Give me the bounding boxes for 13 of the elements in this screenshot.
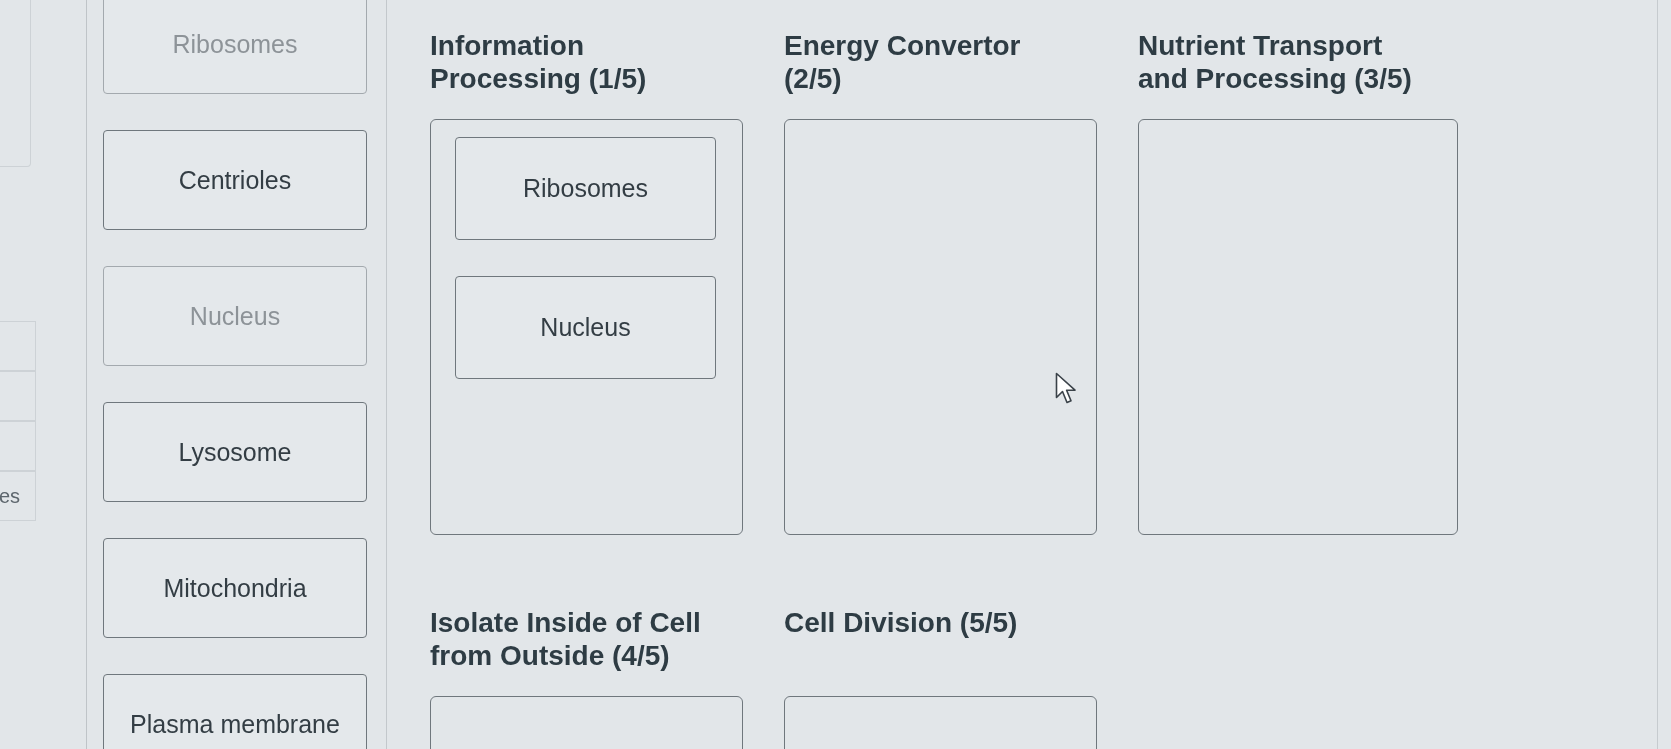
category-heading: Energy Convertor (2/5) — [784, 29, 1022, 95]
cursor-icon — [1055, 372, 1077, 406]
term-card[interactable]: Centrioles — [103, 130, 367, 230]
term-card[interactable]: Nucleus — [455, 276, 716, 379]
tile-label: es — [0, 484, 21, 508]
term-card[interactable]: Mitochondria — [103, 538, 367, 638]
term-card[interactable]: Lysosome — [103, 402, 367, 502]
term-card[interactable]: Ribosomes — [455, 137, 716, 240]
category-heading: Isolate Inside of Cell from Outside (4/5) — [430, 606, 702, 672]
category-heading: Cell Division (5/5) — [784, 606, 1019, 640]
term-card[interactable]: Plasma membrane — [103, 674, 367, 749]
category-heading: Nutrient Transport and Processing (3/5) — [1138, 29, 1413, 95]
category-heading: Information Processing (1/5) — [430, 29, 648, 95]
